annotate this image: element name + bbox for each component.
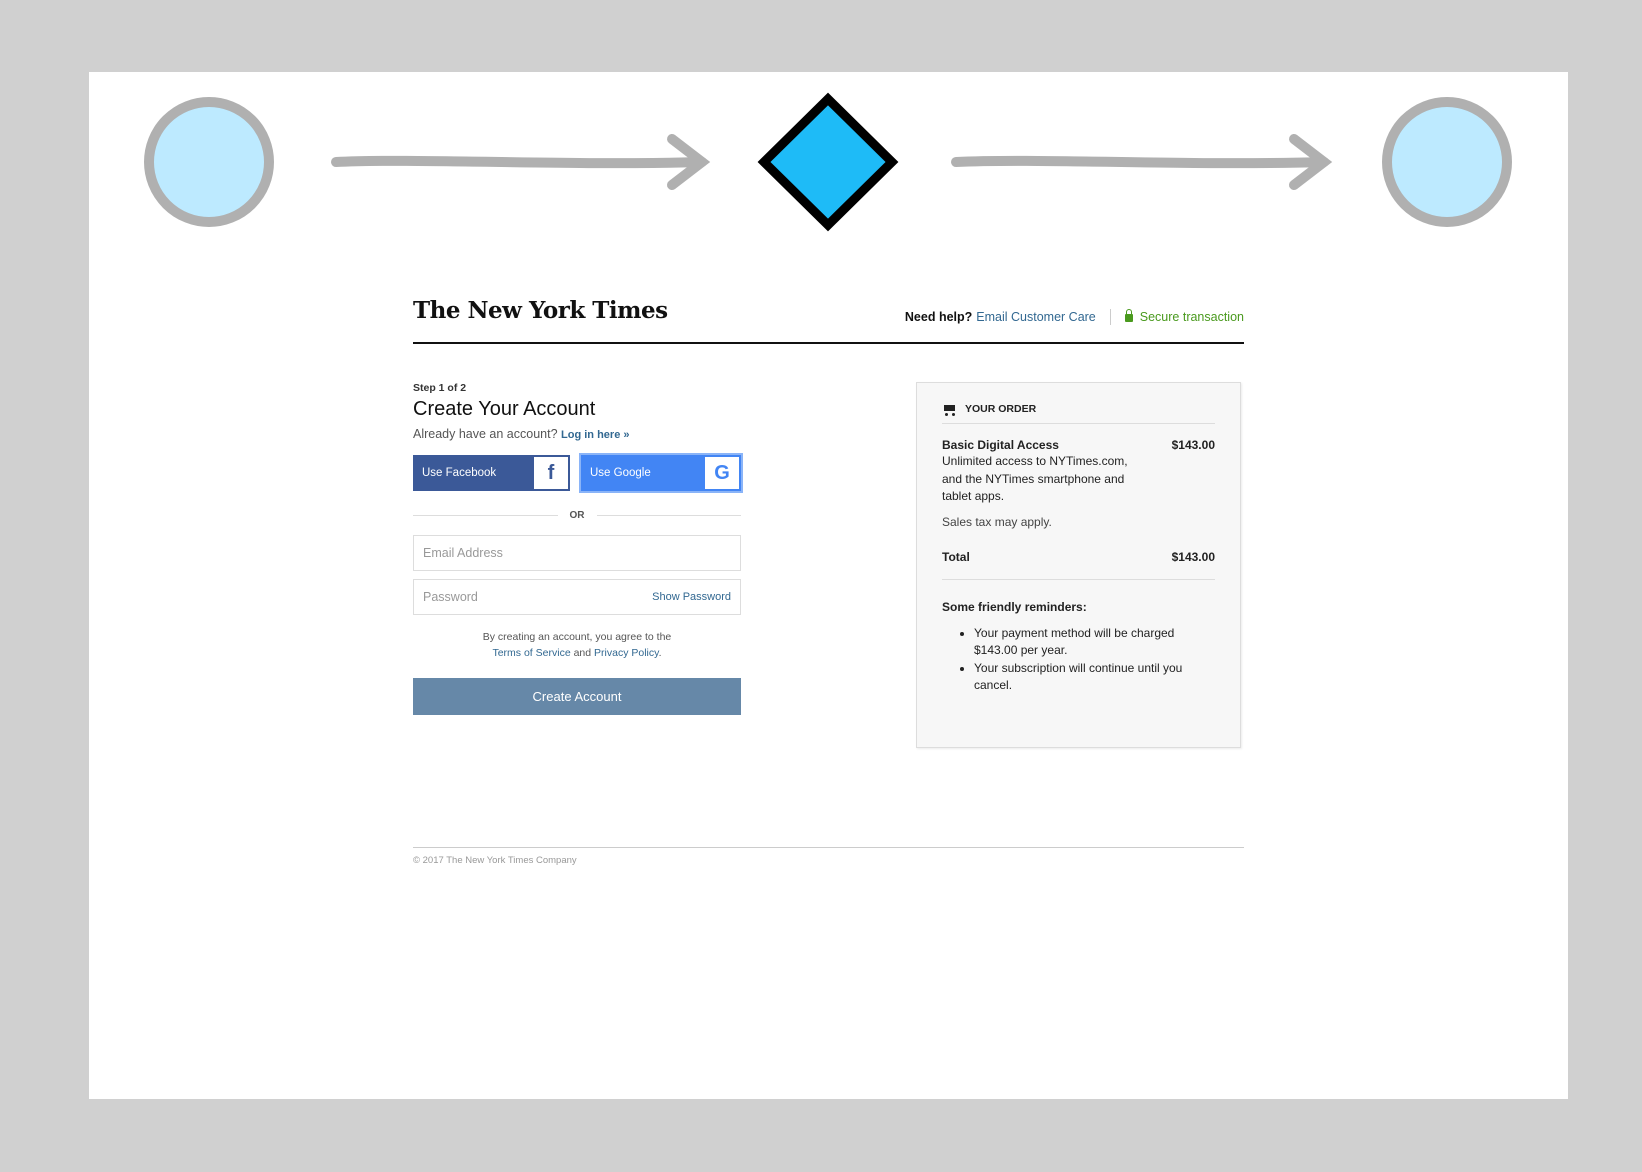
- privacy-link[interactable]: Privacy Policy: [594, 647, 659, 659]
- arrow-1: [331, 134, 711, 190]
- page-title: Create Your Account: [413, 398, 596, 420]
- or-label: OR: [569, 510, 585, 521]
- help-label: Need help?: [904, 310, 973, 324]
- facebook-button[interactable]: Use Facebook f: [413, 455, 570, 491]
- divider: [1109, 309, 1111, 325]
- signup-page: The New York Times Need help? Email Cust…: [413, 287, 1244, 866]
- end-circle: [1382, 97, 1512, 227]
- nyt-logo[interactable]: The New York Times: [413, 297, 668, 324]
- footer: © 2017 The New York Times Company: [413, 847, 1244, 866]
- secure-transaction: Secure transaction: [1124, 309, 1244, 324]
- terms-and: and: [573, 647, 592, 659]
- item-description: Unlimited access to NYTimes.com, and the…: [942, 454, 1128, 503]
- terms-prefix: By creating an account, you agree to the: [482, 631, 672, 643]
- masthead: The New York Times Need help? Email Cust…: [413, 287, 1244, 344]
- copyright: © 2017 The New York Times Company: [413, 855, 577, 866]
- email-field[interactable]: Email Address: [413, 535, 741, 571]
- password-placeholder: Password: [423, 590, 478, 604]
- list-item: Your payment method will be charged $143…: [974, 625, 1215, 660]
- reminders-list: Your payment method will be charged $143…: [942, 625, 1215, 695]
- or-divider: OR: [413, 510, 741, 521]
- create-account-button[interactable]: Create Account: [413, 678, 741, 715]
- flow-diagram: [144, 92, 1512, 232]
- total-label: Total: [942, 549, 970, 564]
- facebook-icon: f: [534, 457, 568, 489]
- terms-suffix: .: [658, 647, 662, 659]
- lock-icon: [1124, 309, 1133, 322]
- order-summary: YOUR ORDER Basic Digital Access $143.00 …: [916, 382, 1241, 748]
- divider-line: [596, 515, 741, 516]
- social-login: Use Facebook f Use Google G: [413, 453, 743, 493]
- account-form: Step 1 of 2 Create Your Account Already …: [413, 382, 743, 715]
- start-circle: [144, 97, 274, 227]
- item-name: Basic Digital Access: [942, 438, 1059, 452]
- secure-label: Secure transaction: [1139, 310, 1244, 324]
- step-indicator: Step 1 of 2: [413, 382, 467, 394]
- order-item: Basic Digital Access $143.00 Unlimited a…: [942, 438, 1215, 529]
- already-text: Already have an account?: [413, 427, 558, 441]
- item-row: Basic Digital Access $143.00: [942, 438, 1215, 452]
- reminders-title: Some friendly reminders:: [942, 599, 1087, 614]
- canvas: The New York Times Need help? Email Cust…: [89, 72, 1568, 1099]
- login-link[interactable]: Log in here »: [561, 429, 629, 441]
- show-password-link[interactable]: Show Password: [652, 591, 731, 603]
- help-bar: Need help? Email Customer Care Secure tr…: [905, 309, 1244, 325]
- decision-diamond: [757, 92, 899, 232]
- google-icon: G: [705, 457, 739, 489]
- total-row: Total $143.00: [942, 550, 1215, 580]
- divider-line: [413, 515, 558, 516]
- terms-link[interactable]: Terms of Service: [492, 647, 570, 659]
- terms-notice: By creating an account, you agree to the…: [413, 629, 741, 661]
- order-heading: YOUR ORDER: [965, 403, 1037, 415]
- email-placeholder: Email Address: [423, 546, 503, 560]
- tax-note: Sales tax may apply.: [942, 514, 1052, 529]
- cart-icon: [942, 404, 956, 416]
- item-price: $143.00: [1171, 438, 1215, 452]
- facebook-label: Use Facebook: [422, 467, 497, 479]
- password-field[interactable]: Password Show Password: [413, 579, 741, 615]
- list-item: Your subscription will continue until yo…: [974, 660, 1215, 695]
- arrow-2: [951, 134, 1333, 190]
- order-header: YOUR ORDER: [942, 403, 1215, 424]
- google-button[interactable]: Use Google G: [579, 453, 743, 493]
- google-label: Use Google: [590, 467, 651, 479]
- email-customer-care-link[interactable]: Email Customer Care: [976, 310, 1095, 324]
- already-account: Already have an account? Log in here »: [413, 427, 741, 441]
- total-price: $143.00: [1171, 549, 1215, 564]
